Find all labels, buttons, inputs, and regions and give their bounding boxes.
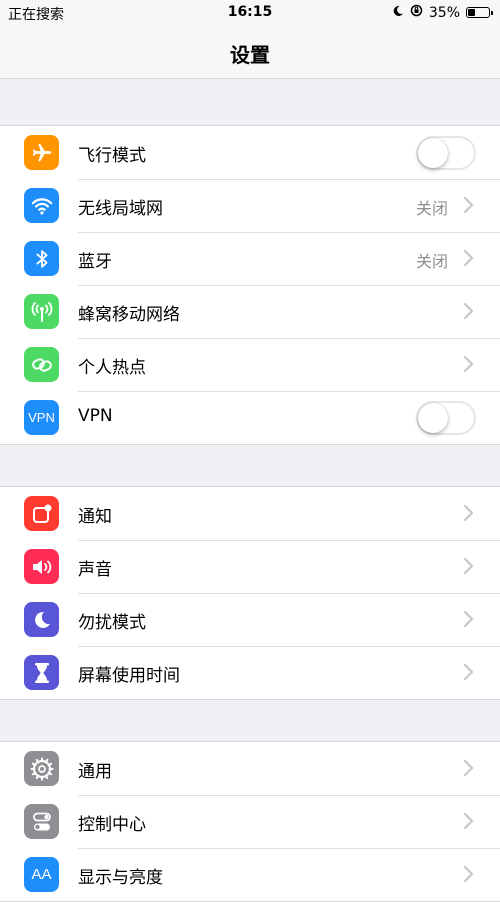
chevron-right-icon [463, 504, 474, 522]
chevron-right-icon [463, 812, 474, 830]
bluetooth-icon [24, 241, 59, 276]
row-label: 通用 [78, 762, 112, 782]
cellular-icon [24, 294, 59, 329]
wifi-status-value: 关闭 [415, 199, 448, 218]
notifications-group: 通知 声音 勿扰模式 屏幕使用时间 [0, 486, 500, 700]
row-label: 勿扰模式 [78, 613, 146, 633]
moon-icon [24, 602, 59, 637]
bluetooth-status-value: 关闭 [415, 252, 448, 271]
row-label: 蓝牙 [78, 252, 112, 272]
wifi-icon [24, 188, 59, 223]
battery-percent: 35% [428, 4, 460, 21]
settings-row-personal-hotspot[interactable]: 个人热点 [0, 338, 500, 391]
sound-icon [24, 549, 59, 584]
row-label: 控制中心 [78, 815, 146, 835]
settings-row-cellular[interactable]: 蜂窝移动网络 [0, 285, 500, 338]
hotspot-icon [24, 347, 59, 382]
vpn-toggle[interactable] [416, 401, 476, 435]
settings-row-bluetooth[interactable]: 蓝牙 关闭 [0, 232, 500, 285]
settings-row-airplane-mode[interactable]: 飞行模式 [0, 126, 500, 179]
general-group: 通用 控制中心 AA 显示与亮度 [0, 741, 500, 902]
airplane-mode-toggle[interactable] [416, 136, 476, 170]
do-not-disturb-status-icon [392, 5, 404, 21]
hourglass-icon [24, 655, 59, 690]
row-label: 通知 [78, 507, 112, 527]
row-label: 个人热点 [78, 358, 146, 378]
settings-row-notifications[interactable]: 通知 [0, 487, 500, 540]
settings-row-sounds[interactable]: 声音 [0, 540, 500, 593]
settings-row-screen-time[interactable]: 屏幕使用时间 [0, 646, 500, 699]
settings-row-display-brightness[interactable]: AA 显示与亮度 [0, 848, 500, 901]
chevron-right-icon [463, 865, 474, 883]
status-bar: 正在搜索 16:15 35% [0, 0, 500, 26]
chevron-right-icon [463, 610, 474, 628]
chevron-right-icon [463, 196, 474, 214]
row-label: 无线局域网 [78, 199, 163, 219]
row-label: 声音 [78, 560, 112, 580]
row-label: 蜂窝移动网络 [78, 305, 180, 325]
settings-row-wifi[interactable]: 无线局域网 关闭 [0, 179, 500, 232]
row-label: 显示与亮度 [78, 868, 163, 888]
toggle-knob [418, 138, 448, 168]
chevron-right-icon [463, 249, 474, 267]
settings-row-do-not-disturb[interactable]: 勿扰模式 [0, 593, 500, 646]
chevron-right-icon [463, 557, 474, 575]
display-brightness-icon: AA [24, 857, 59, 892]
switches-icon [24, 804, 59, 839]
vpn-icon: VPN [24, 400, 59, 435]
settings-row-vpn[interactable]: VPN VPN [0, 391, 500, 444]
display-icon-text: AA [31, 866, 52, 883]
navigation-bar: 设置 [0, 26, 500, 79]
toggle-knob [418, 403, 448, 433]
connectivity-group: 飞行模式 无线局域网 关闭 蓝牙 关闭 蜂窝移动网络 个人热点 VPN VPN [0, 125, 500, 445]
airplane-icon [24, 135, 59, 170]
settings-row-general[interactable]: 通用 [0, 742, 500, 795]
battery-level-fill [468, 9, 475, 16]
status-indicators: 35% [392, 4, 493, 21]
chevron-right-icon [463, 355, 474, 373]
gear-icon [24, 751, 59, 786]
page-title: 设置 [230, 43, 270, 67]
chevron-right-icon [463, 302, 474, 320]
row-label: 飞行模式 [78, 146, 146, 166]
chevron-right-icon [463, 759, 474, 777]
row-label: 屏幕使用时间 [78, 666, 180, 686]
row-label: VPN [78, 406, 113, 426]
orientation-lock-icon [410, 4, 423, 21]
notifications-icon [24, 496, 59, 531]
chevron-right-icon [463, 663, 474, 681]
vpn-icon-text: VPN [28, 410, 55, 425]
battery-icon [466, 7, 493, 18]
settings-row-control-center[interactable]: 控制中心 [0, 795, 500, 848]
